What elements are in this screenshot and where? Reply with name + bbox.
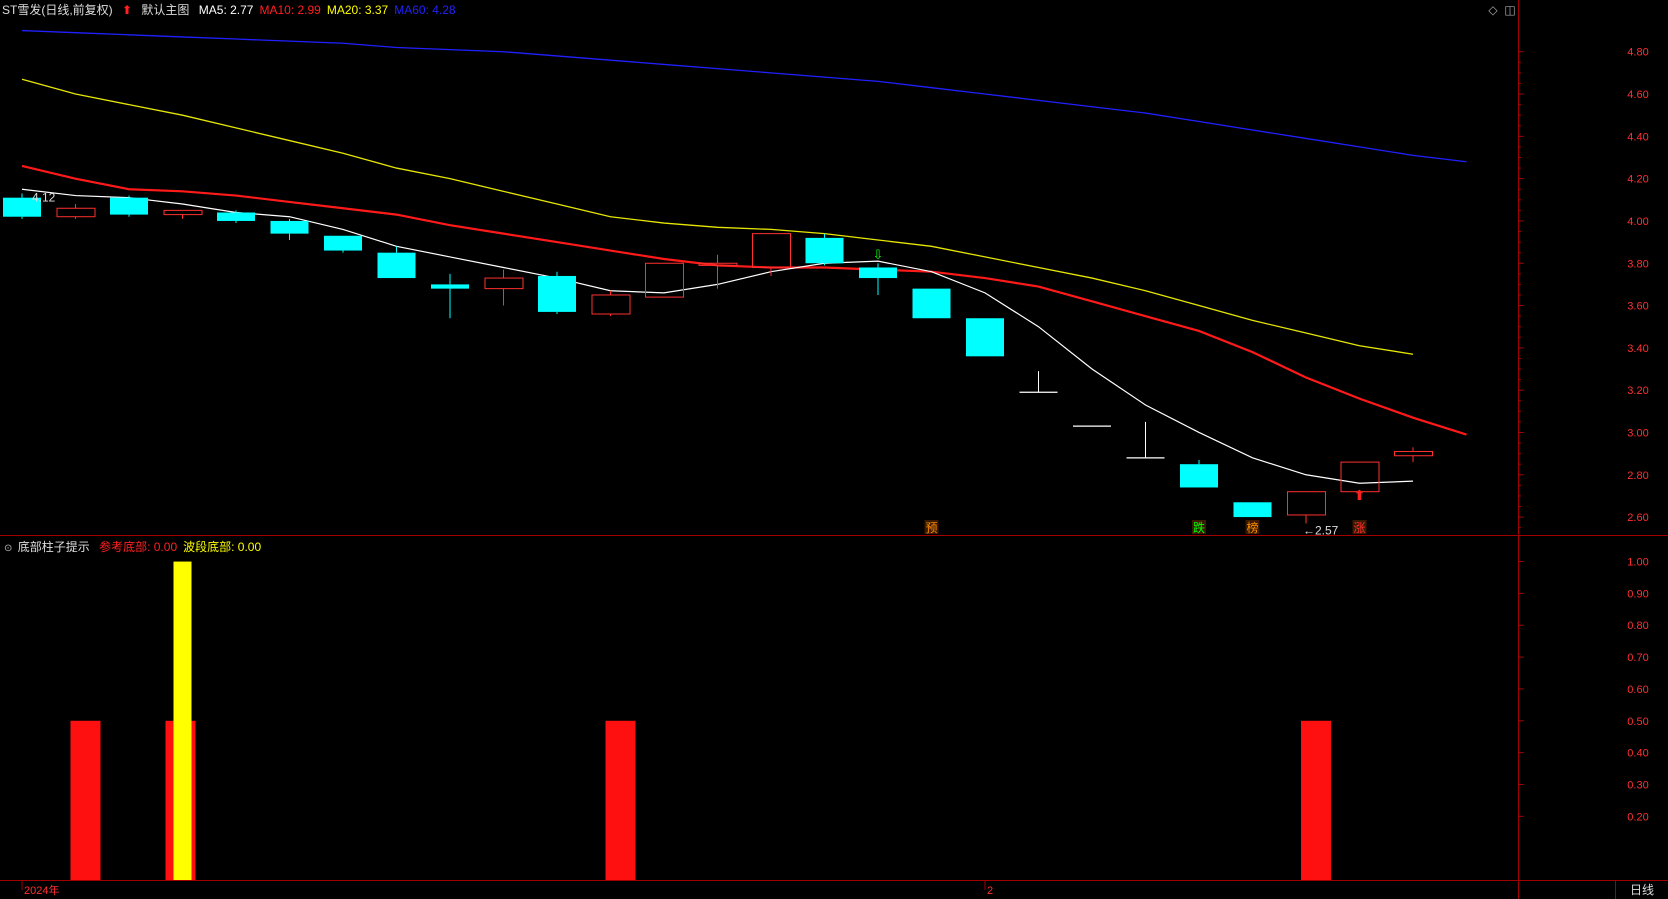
candle-body [56,207,96,218]
candle-body [217,212,255,221]
price-tick-label: 3.60 [1627,301,1648,313]
price-tick-label: 2.80 [1627,470,1648,482]
price-tick-label: 4.80 [1627,47,1648,59]
up-arrow-icon: ⬆ [1354,487,1366,503]
period-label[interactable]: 日线 [1616,882,1668,899]
low-price-label: ←2.57 [1303,523,1339,537]
ma60-line [21,29,1467,163]
candle-body [805,237,844,264]
price-tick-label: 4.40 [1627,131,1648,143]
candle-body [484,277,524,290]
price-tick-label: 4.20 [1627,174,1648,186]
ind-tick-label: 0.60 [1627,684,1648,696]
candle-body [377,252,416,279]
price-tick-label: 4.60 [1627,89,1648,101]
kline-chart[interactable]: 4.80 4.60 4.40 4.20 4.00 3.80 3.60 3.40 3.20 3.00… [0,0,1668,899]
price-tick-label: 3.00 [1627,427,1648,439]
bottom-ref-bar [70,720,101,880]
ind-tick-label: 0.90 [1627,588,1648,600]
candle-body [1394,451,1433,457]
candle-body [1233,502,1272,518]
candle-body [538,275,576,312]
ind-tick-label: 0.40 [1627,748,1648,760]
down-arrow-icon: ⇩ [873,247,884,262]
price-tick-label: 3.40 [1627,343,1648,355]
ind-tick-label: 1.00 [1627,557,1648,569]
ind-tick-label: 0.80 [1627,620,1648,632]
date-label: 2 [987,885,993,897]
candle-body [431,284,469,289]
bottom-wave-bar [173,561,192,880]
candle-body [591,294,631,315]
candle-body [1180,464,1218,488]
ind-tick-label: 0.20 [1627,811,1648,823]
price-tick-label: 3.20 [1627,385,1648,397]
candle-body [110,197,148,215]
candle-body [912,288,951,319]
ind-tick-label: 0.50 [1627,716,1648,728]
candle-body [859,267,897,279]
bottom-ref-bar [1301,720,1331,880]
bottom-ref-bar [605,720,636,880]
high-price-label: 4.12 [32,191,56,205]
candle-body [163,209,203,216]
signal-label: 涨 [1353,520,1365,535]
candle-body [966,318,1004,357]
ma10-line [21,164,1467,436]
price-tick-label: 3.80 [1627,258,1648,270]
ind-tick-label: 0.70 [1627,652,1648,664]
candle-body [324,235,362,251]
candle-body [1287,491,1326,516]
price-tick-label: 2.60 [1627,512,1648,524]
candle-body [270,220,309,234]
price-tick-label: 4.00 [1627,216,1648,228]
candle-body [752,233,791,268]
ma5-line [21,188,1414,484]
signal-label: 榜 [1246,520,1258,535]
ind-tick-label: 0.30 [1627,779,1648,791]
signal-label: 跌 [1193,520,1205,535]
date-label: 2024年 [24,883,59,897]
signal-label: 预 [925,521,937,535]
